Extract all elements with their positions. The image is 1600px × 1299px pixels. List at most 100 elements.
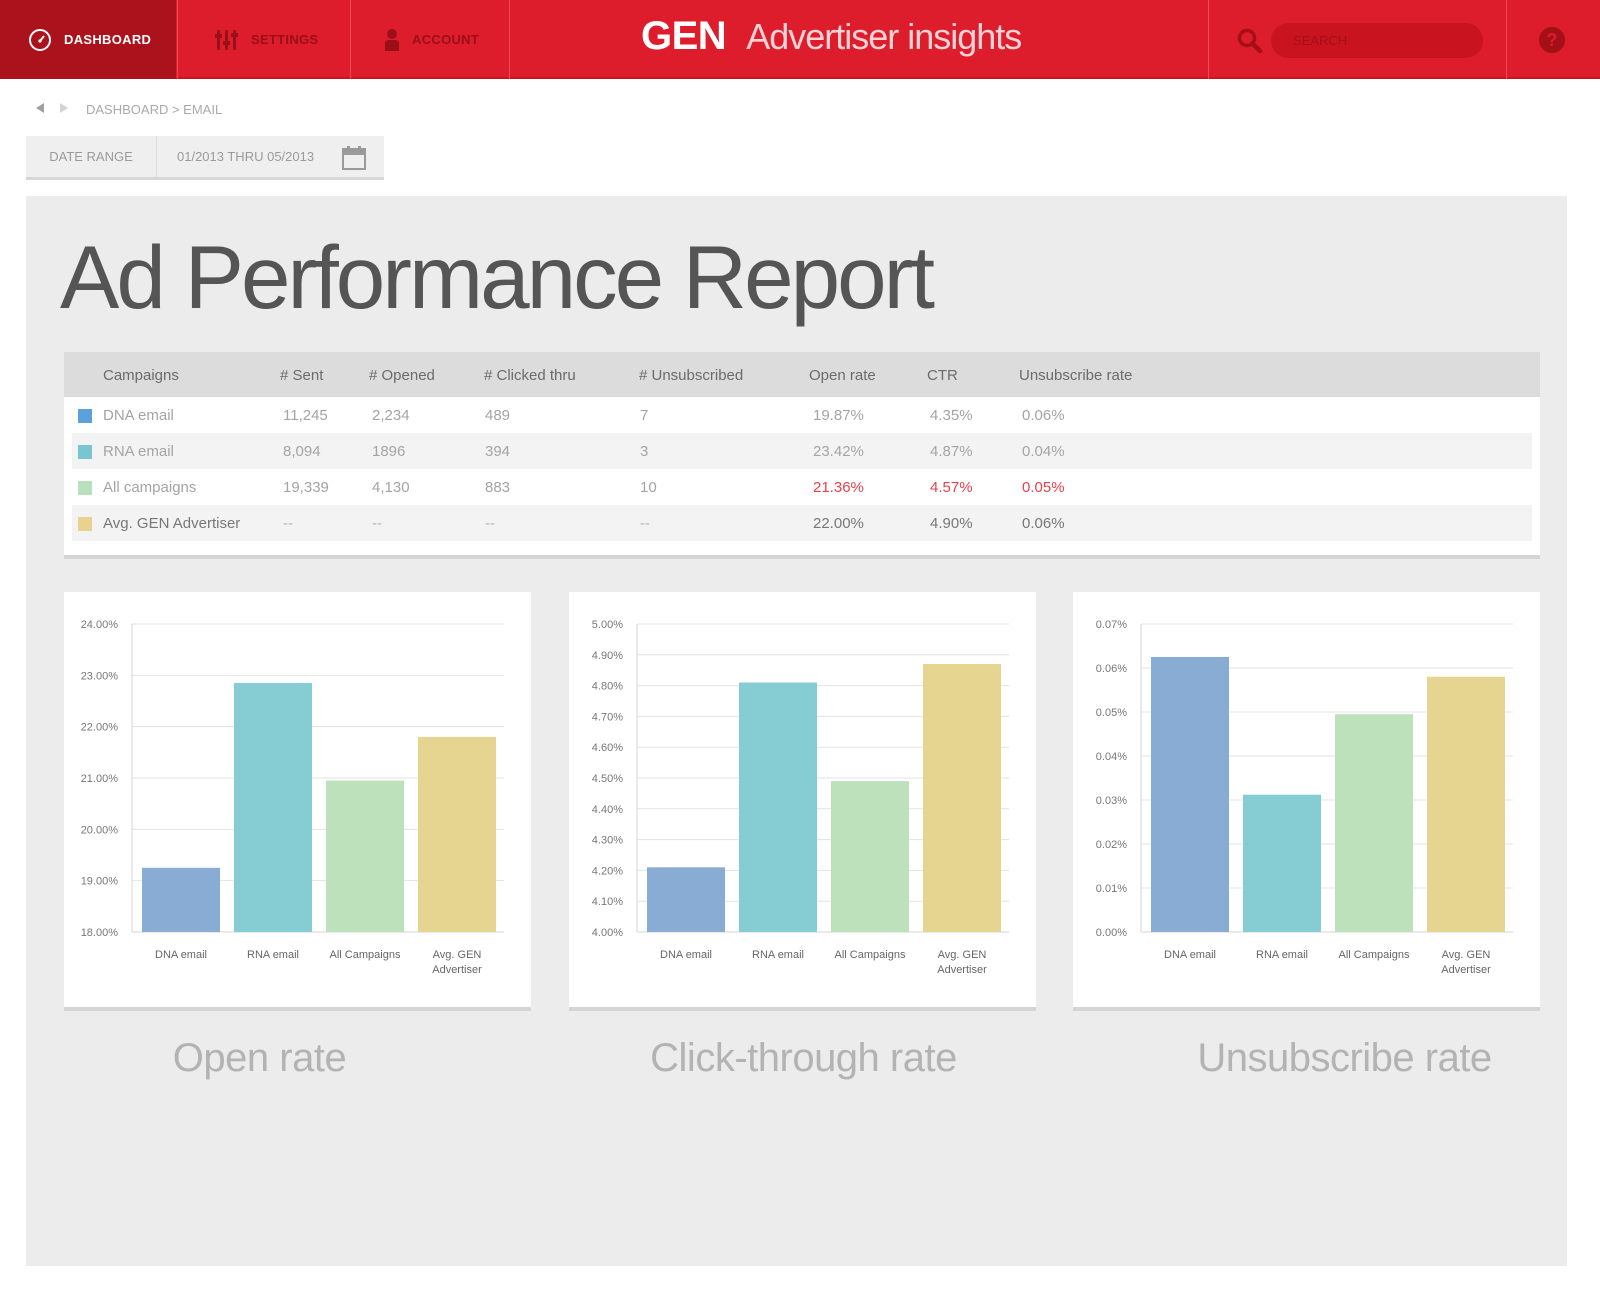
forward-arrow-icon[interactable] [58,101,70,119]
legend-swatch [78,409,92,423]
top-navigation-bar: DASHBOARD SETTINGS ACCOUNT GEN Advertise… [0,0,1600,79]
y-tick-label: 20.00% [81,824,119,836]
table-row[interactable]: DNA email 11,245 2,234 489 7 19.87% 4.35… [72,397,1532,433]
unsubscribe-rate-cell: 0.05% [1022,479,1065,496]
open-rate-cell: 23.42% [813,443,864,460]
user-icon [384,28,400,52]
nav-account[interactable]: ACCOUNT [350,0,510,79]
clicked-cell: -- [485,515,495,532]
brand-gen: GEN [641,14,727,58]
nav-dashboard-label: DASHBOARD [64,32,152,47]
open-rate-chart: 24.00% 23.00% 22.00% 21.00% 20.00% 19.00% 18.0… [81,619,504,976]
y-tick-label: 5.00% [592,619,623,631]
y-tick-label: 4.00% [592,927,623,939]
x-category-label: All Campaigns [330,949,401,961]
y-tick-label: 0.00% [1096,927,1127,939]
nav-account-label: ACCOUNT [412,32,480,47]
x-category-label: All Campaigns [835,949,906,961]
search-input[interactable] [1271,23,1483,58]
y-tick-label: 0.06% [1096,663,1127,675]
bar [647,867,725,932]
y-tick-label: 24.00% [81,619,119,631]
column-header: # Clicked thru [484,367,576,384]
bar [234,683,312,932]
chart-title: Click-through rate [650,1036,957,1080]
opened-cell: 1896 [372,443,406,460]
y-tick-label: 4.50% [592,773,623,785]
date-range-value[interactable]: 01/2013 THRU 05/2013 [157,149,314,164]
date-range-picker[interactable]: DATE RANGE 01/2013 THRU 05/2013 [26,136,384,180]
y-tick-label: 18.00% [81,927,119,939]
unsubscribe-rate-chart-card: 0.07% 0.06% 0.05% 0.04% 0.03% 0.02% 0.01% 0.00%… [1073,592,1540,1011]
unsubscribed-cell: 7 [640,407,649,424]
x-category-label: RNA email [1256,949,1308,961]
calendar-icon[interactable] [342,146,366,175]
clicked-cell: 394 [485,443,511,460]
campaign-name: All campaigns [103,479,197,496]
chart-title: Unsubscribe rate [1197,1036,1492,1080]
y-tick-label: 4.90% [592,650,623,662]
campaign-name: RNA email [103,443,174,460]
x-category-label: Avg. GEN Advertiser [432,949,482,976]
sent-cell: -- [283,515,293,532]
clicked-cell: 883 [485,479,511,496]
search-icon[interactable] [1237,28,1263,59]
sent-cell: 19,339 [283,479,329,496]
unsubscribed-cell: 3 [640,443,649,460]
y-tick-label: 21.00% [81,773,119,785]
campaign-name: DNA email [103,407,174,424]
ctr-cell: 4.57% [930,479,973,496]
y-tick-label: 19.00% [81,876,119,888]
y-tick-label: 4.40% [592,804,623,816]
report-panel: Ad Performance Report Campaigns # Sent #… [26,196,1567,1266]
unsubscribe-rate-cell: 0.06% [1022,407,1065,424]
sent-cell: 8,094 [283,443,321,460]
y-tick-label: 4.80% [592,681,623,693]
x-category-label: DNA email [155,949,207,961]
brand-logo: GEN Advertiser insights [641,14,1022,64]
table-row[interactable]: Avg. GEN Advertiser -- -- -- -- 22.00% 4… [72,505,1532,541]
bar [831,781,909,932]
unsubscribe-rate-cell: 0.06% [1022,515,1065,532]
y-tick-label: 4.70% [592,711,623,723]
open-rate-cell: 22.00% [813,515,864,532]
open-rate-cell: 21.36% [813,479,864,496]
x-category-label: RNA email [247,949,299,961]
y-tick-label: 22.00% [81,722,119,734]
click-through-rate-caption: Click-through rate [570,1036,1037,1081]
legend-swatch [78,481,92,495]
help-icon[interactable]: ? [1538,26,1566,59]
table-row[interactable]: All campaigns 19,339 4,130 883 10 21.36%… [72,469,1532,505]
column-header: CTR [927,367,958,384]
nav-dashboard[interactable]: DASHBOARD [0,0,176,79]
click-through-rate-chart-card: 5.00% 4.90% 4.80% 4.70% 4.60% 4.50% 4.40% 4.30%… [569,592,1036,1011]
nav-settings-label: SETTINGS [251,32,319,47]
sliders-icon [215,28,239,52]
nav-settings[interactable]: SETTINGS [177,0,349,79]
bar [418,736,496,932]
open-rate-cell: 19.87% [813,407,864,424]
y-tick-label: 23.00% [81,670,119,682]
table-header: Campaigns # Sent # Opened # Clicked thru… [64,352,1540,397]
x-category-label: Avg. GEN Advertiser [1441,949,1491,976]
y-tick-label: 4.10% [592,896,623,908]
legend-swatch [78,445,92,459]
opened-cell: 2,234 [372,407,410,424]
unsubscribe-rate-chart: 0.07% 0.06% 0.05% 0.04% 0.03% 0.02% 0.01% 0.00%… [1096,619,1513,976]
opened-cell: 4,130 [372,479,410,496]
bar [142,867,220,932]
y-tick-label: 0.03% [1096,795,1127,807]
y-tick-label: 4.60% [592,742,623,754]
bar [1151,657,1229,932]
table-row[interactable]: RNA email 8,094 1896 394 3 23.42% 4.87% … [72,433,1532,469]
bar [923,664,1001,932]
sent-cell: 11,245 [283,407,328,424]
column-header: # Sent [280,367,324,384]
y-tick-label: 0.02% [1096,839,1127,851]
clicked-cell: 489 [485,407,511,424]
open-rate-chart-card: 24.00% 23.00% 22.00% 21.00% 20.00% 19.00% 18.0… [64,592,531,1011]
back-arrow-icon[interactable] [34,101,46,119]
opened-cell: -- [372,515,382,532]
breadcrumb[interactable]: DASHBOARD > EMAIL [86,102,222,117]
date-range-label: DATE RANGE [26,136,157,177]
